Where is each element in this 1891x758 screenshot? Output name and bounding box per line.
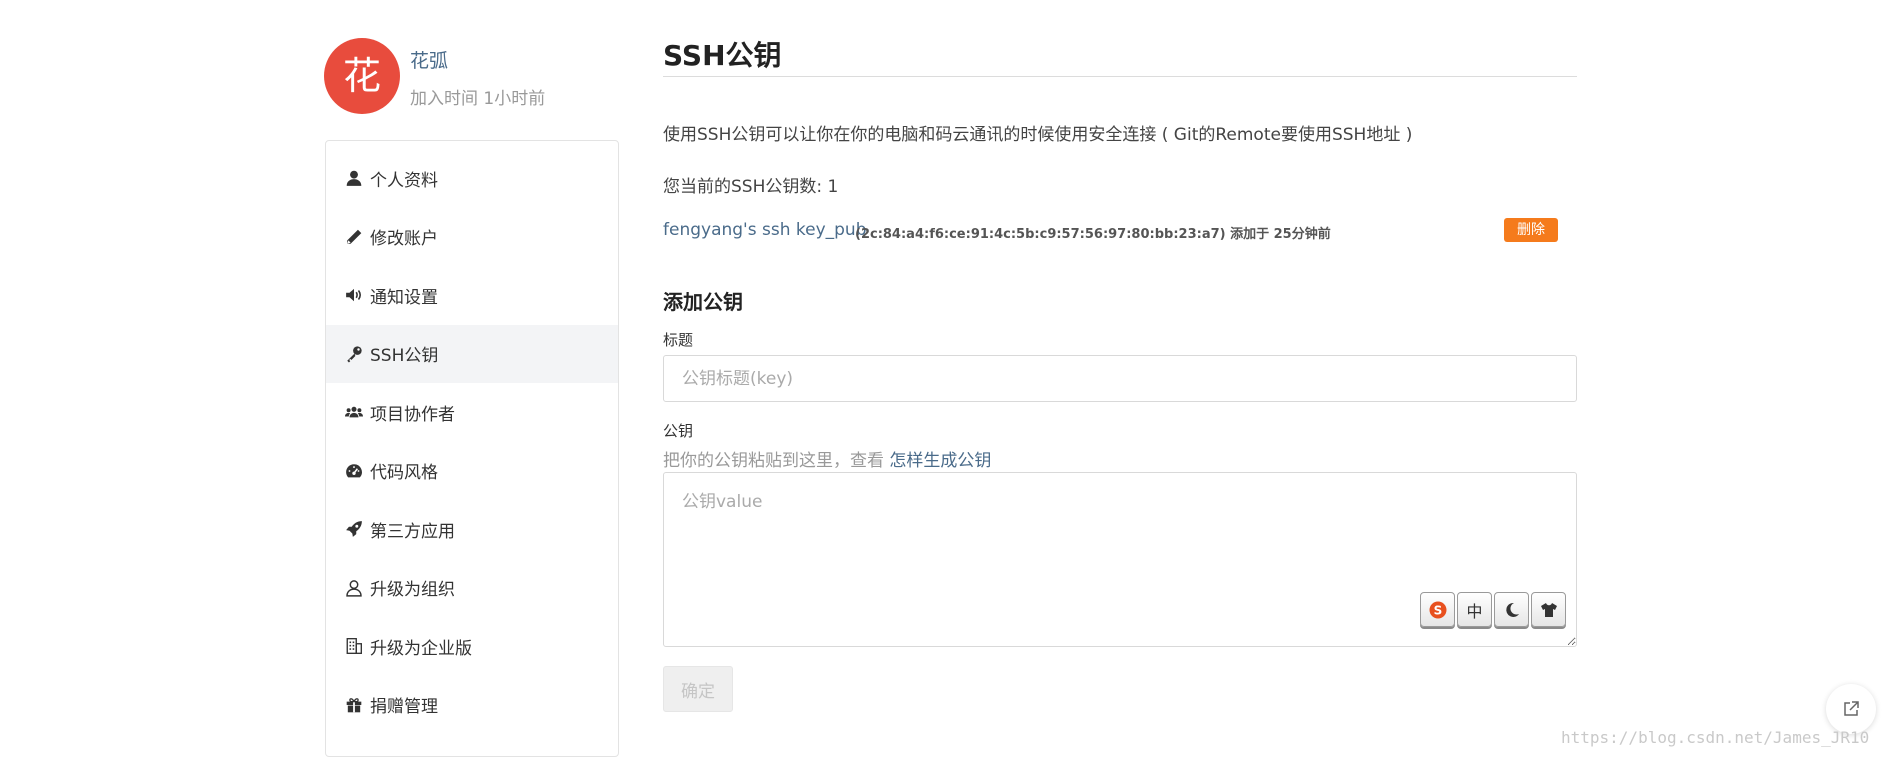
- ssh-key-fingerprint: (2c:84:a4:f6:ce:91:4c:5b:c9:57:56:97:80:…: [855, 227, 1331, 242]
- sidebar-item-upgrade-enterprise[interactable]: 升级为企业版: [326, 617, 618, 676]
- user-icon: [344, 168, 364, 188]
- avatar[interactable]: 花: [324, 38, 400, 114]
- settings-sidebar: 个人资料 修改账户 通知设置 SSH公钥 项目协作者 代码风格 第三方应用 升级…: [325, 140, 619, 757]
- sidebar-item-label: 通知设置: [370, 287, 438, 308]
- key-field-label: 公钥: [663, 422, 694, 440]
- ime-toolbar: S 中: [1420, 592, 1566, 630]
- sidebar-item-donations[interactable]: 捐赠管理: [326, 676, 618, 735]
- gift-icon: [344, 695, 364, 715]
- sidebar-item-upgrade-organization[interactable]: 升级为组织: [326, 559, 618, 618]
- key-icon: [344, 344, 364, 364]
- sidebar-item-label: 修改账户: [370, 229, 438, 250]
- sogou-logo-icon[interactable]: S: [1420, 592, 1455, 627]
- sidebar-item-profile[interactable]: 个人资料: [326, 149, 618, 208]
- sidebar-item-label: 捐赠管理: [370, 697, 438, 718]
- sidebar-item-label: SSH公钥: [370, 346, 439, 367]
- sidebar-item-label: 个人资料: [370, 170, 438, 191]
- how-to-generate-key-link[interactable]: 怎样生成公钥: [889, 451, 991, 471]
- sidebar-item-notifications[interactable]: 通知设置: [326, 266, 618, 325]
- shirt-icon[interactable]: [1531, 592, 1566, 627]
- sidebar-item-account[interactable]: 修改账户: [326, 208, 618, 267]
- profile-card: 花 花弧 加入时间 1小时前: [324, 38, 624, 118]
- external-link-icon: [1841, 699, 1861, 719]
- building-icon: [344, 636, 364, 656]
- users-icon: [344, 402, 364, 422]
- sidebar-item-label: 升级为组织: [370, 580, 455, 601]
- profile-joined-time: 加入时间 1小时前: [410, 89, 546, 109]
- key-title-input[interactable]: [663, 355, 1577, 402]
- sidebar-item-label: 项目协作者: [370, 404, 455, 425]
- title-field-label: 标题: [663, 331, 694, 349]
- confirm-button[interactable]: 确定: [663, 666, 733, 712]
- key-hint-text: 把你的公钥粘贴到这里，查看: [663, 451, 890, 471]
- sidebar-item-collaborators[interactable]: 项目协作者: [326, 383, 618, 442]
- user-outline-icon: [344, 578, 364, 598]
- dashboard-icon: [344, 461, 364, 481]
- sidebar-item-label: 代码风格: [370, 463, 438, 484]
- delete-key-button[interactable]: 删除: [1504, 218, 1558, 242]
- sidebar-item-label: 升级为企业版: [370, 638, 472, 659]
- key-hint: 把你的公钥粘贴到这里，查看 怎样生成公钥: [663, 446, 991, 471]
- ssh-key-row: fengyang's ssh key_pub (2c:84:a4:f6:ce:9…: [663, 218, 1559, 246]
- share-button[interactable]: [1826, 684, 1876, 734]
- sidebar-item-label: 第三方应用: [370, 521, 455, 542]
- sidebar-item-ssh-keys[interactable]: SSH公钥: [326, 324, 618, 383]
- page: 花 花弧 加入时间 1小时前 个人资料 修改账户 通知设置 SSH公钥 项目协作…: [0, 0, 1891, 758]
- ssh-key-name[interactable]: fengyang's ssh key_pub: [663, 220, 867, 240]
- ssh-key-count: 您当前的SSH公钥数: 1: [663, 177, 839, 197]
- add-key-heading: 添加公钥: [663, 290, 743, 314]
- svg-text:S: S: [1433, 603, 1442, 617]
- ssh-description: 使用SSH公钥可以让你在你的电脑和码云通讯的时候使用安全连接 ( Git的Rem…: [663, 125, 1413, 145]
- ime-language-label: 中: [1466, 601, 1483, 621]
- page-title: SSH公钥: [663, 39, 782, 72]
- rocket-icon: [344, 519, 364, 539]
- ime-language-button[interactable]: 中: [1457, 592, 1492, 627]
- profile-name[interactable]: 花弧: [410, 46, 448, 73]
- sidebar-item-code-style[interactable]: 代码风格: [326, 442, 618, 501]
- moon-icon[interactable]: [1494, 592, 1529, 627]
- volume-icon: [344, 285, 364, 305]
- title-divider: [663, 76, 1577, 77]
- pencil-icon: [344, 227, 364, 247]
- watermark: https://blog.csdn.net/James_JR10: [1561, 728, 1870, 747]
- sidebar-item-third-party-apps[interactable]: 第三方应用: [326, 500, 618, 559]
